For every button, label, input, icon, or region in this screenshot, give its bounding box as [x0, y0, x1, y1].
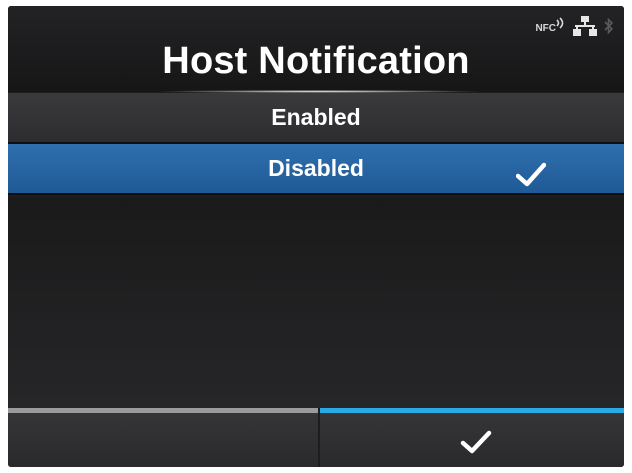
- option-label: Disabled: [268, 155, 364, 181]
- footer: [8, 408, 624, 467]
- option-label: Enabled: [271, 104, 361, 130]
- check-icon: [460, 429, 492, 455]
- status-icons: NFC: [535, 16, 614, 36]
- selected-check-icon: [515, 156, 547, 187]
- network-icon: [573, 16, 597, 36]
- empty-list-area: [8, 198, 624, 408]
- nfc-waves-icon: [556, 16, 566, 30]
- header: NFC Host Notification: [8, 6, 624, 92]
- back-button[interactable]: [8, 408, 318, 467]
- printer-display: NFC Host Notification Enabled Disabled: [8, 6, 624, 467]
- option-list: Enabled Disabled: [8, 93, 624, 195]
- nfc-icon: NFC: [535, 16, 566, 36]
- confirm-button[interactable]: [320, 408, 624, 467]
- bluetooth-icon: [604, 16, 614, 36]
- page-title: Host Notification: [162, 40, 470, 82]
- nfc-label: NFC: [535, 23, 556, 34]
- option-disabled[interactable]: Disabled: [8, 144, 624, 195]
- option-enabled[interactable]: Enabled: [8, 93, 624, 144]
